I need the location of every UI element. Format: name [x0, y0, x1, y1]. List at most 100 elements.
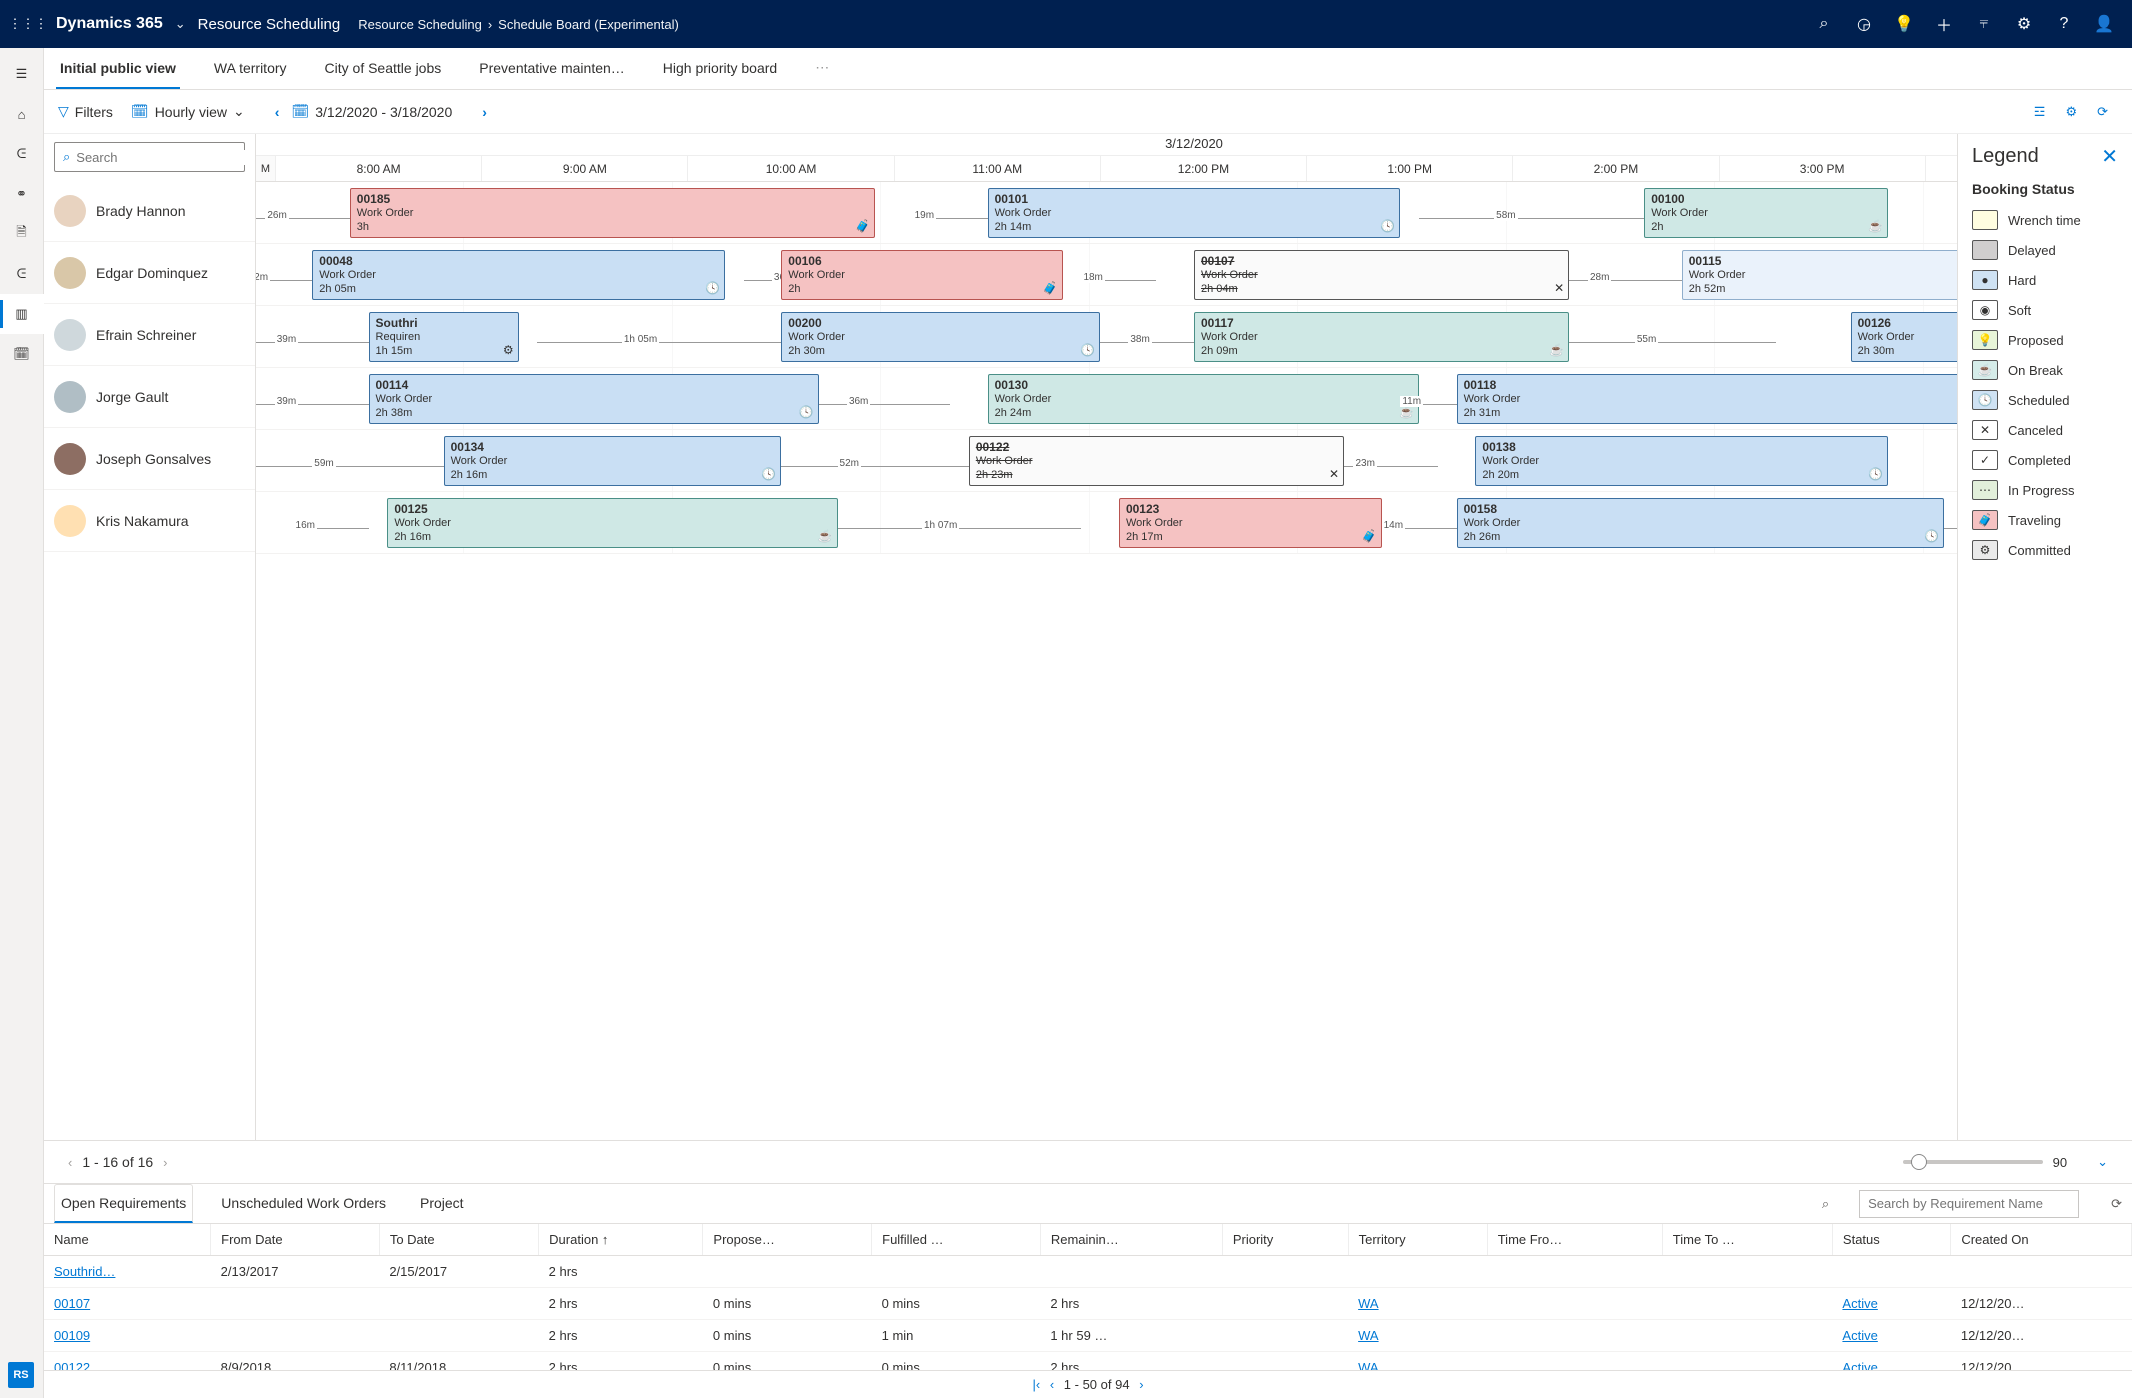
chevron-down-icon[interactable]: ⌄ — [175, 16, 186, 32]
help-icon[interactable]: ? — [2044, 15, 2084, 33]
settings-icon[interactable]: ⚙ — [2065, 104, 2077, 120]
breadcrumb-2[interactable]: Schedule Board (Experimental) — [498, 17, 679, 32]
booking-card[interactable]: 00117Work Order2h 09m☕ — [1194, 312, 1569, 362]
people-list-icon[interactable]: ᕮ — [0, 134, 44, 174]
territory-link[interactable]: WA — [1358, 1360, 1378, 1370]
next-page-icon[interactable]: › — [1139, 1377, 1143, 1392]
column-header[interactable]: To Date — [379, 1224, 538, 1256]
booking-card[interactable]: 00122Work Order2h 23m✕ — [969, 436, 1344, 486]
close-icon[interactable]: ✕ — [2101, 144, 2118, 169]
resource-row[interactable]: Brady Hannon — [44, 180, 255, 242]
booking-card[interactable]: 00130Work Order2h 24m☕ — [988, 374, 1419, 424]
column-header[interactable]: Remainin… — [1040, 1224, 1222, 1256]
territory-link[interactable]: WA — [1358, 1328, 1378, 1343]
next-button[interactable]: › — [482, 104, 487, 120]
tab-preventative[interactable]: Preventative mainten… — [475, 48, 629, 89]
refresh-icon[interactable]: ⟳ — [2097, 104, 2108, 120]
chevron-down-icon[interactable]: ⌄ — [2097, 1154, 2108, 1170]
column-header[interactable]: Territory — [1348, 1224, 1487, 1256]
tab-initial[interactable]: Initial public view — [56, 48, 180, 89]
table-row[interactable]: 00107 2 hrs0 mins0 mins2 hrs WA Active 1… — [44, 1288, 2132, 1320]
tab-wa[interactable]: WA territory — [210, 48, 291, 89]
hamburger-icon[interactable]: ☰ — [0, 54, 44, 94]
app-name[interactable]: Dynamics 365 — [56, 15, 163, 33]
prev-page-icon[interactable]: ‹ — [1050, 1377, 1054, 1392]
task-icon[interactable]: ◶ — [1844, 14, 1884, 34]
app-launcher-icon[interactable]: ⋮⋮⋮ — [8, 16, 48, 32]
name-link[interactable]: 00109 — [54, 1328, 90, 1343]
booking-card[interactable]: 00200Work Order2h 30m🕓 — [781, 312, 1100, 362]
resource-search[interactable]: ⌕ — [54, 142, 245, 172]
booking-card[interactable]: 00114Work Order2h 38m🕓 — [369, 374, 819, 424]
booking-card[interactable]: 00138Work Order2h 20m🕓 — [1475, 436, 1888, 486]
table-row[interactable]: 00109 2 hrs0 mins1 min1 hr 59 … WA Activ… — [44, 1320, 2132, 1352]
column-header[interactable]: Duration ↑ — [539, 1224, 703, 1256]
status-link[interactable]: Active — [1842, 1328, 1877, 1343]
tab-highpriority[interactable]: High priority board — [659, 48, 781, 89]
view-dropdown[interactable]: 🗓Hourly view⌄ — [131, 103, 245, 120]
date-range[interactable]: 🗓3/12/2020 - 3/18/2020 — [291, 103, 452, 120]
people-icon[interactable]: ⚭ — [0, 174, 44, 214]
booking-card[interactable]: 00123Work Order2h 17m🧳 — [1119, 498, 1382, 548]
prev-page-icon[interactable]: ‹ — [68, 1155, 72, 1170]
column-header[interactable]: Propose… — [703, 1224, 872, 1256]
zoom-slider[interactable] — [1903, 1160, 2043, 1164]
gear-icon[interactable]: ⚙ — [2004, 14, 2044, 34]
column-header[interactable]: Status — [1832, 1224, 1950, 1256]
home-icon[interactable]: ⌂ — [0, 94, 44, 134]
booking-card[interactable]: 00125Work Order2h 16m☕ — [387, 498, 837, 548]
btab-open-req[interactable]: Open Requirements — [54, 1184, 193, 1223]
tab-overflow[interactable]: ⋯ — [811, 48, 833, 89]
column-header[interactable]: From Date — [211, 1224, 380, 1256]
btab-project[interactable]: Project — [414, 1184, 470, 1223]
tab-seattle[interactable]: City of Seattle jobs — [321, 48, 446, 89]
schedule-board-icon[interactable]: ▥ — [0, 294, 44, 334]
booking-card[interactable]: 00134Work Order2h 16m🕓 — [444, 436, 782, 486]
table-row[interactable]: Southrid… 2/13/20172/15/20172 hrs — [44, 1256, 2132, 1288]
add-icon[interactable]: ＋ — [1924, 12, 1964, 36]
territory-link[interactable]: WA — [1358, 1296, 1378, 1311]
people-list2-icon[interactable]: ᕮ — [0, 254, 44, 294]
resource-row[interactable]: Jorge Gault — [44, 366, 255, 428]
table-row[interactable]: 00122 8/9/20188/11/20182 hrs0 mins0 mins… — [44, 1352, 2132, 1371]
name-link[interactable]: Southrid… — [54, 1264, 115, 1279]
column-header[interactable]: Time Fro… — [1487, 1224, 1662, 1256]
requirement-search[interactable] — [1859, 1190, 2079, 1218]
search-icon[interactable]: ⌕ — [1804, 15, 1844, 33]
user-icon[interactable]: 👤 — [2084, 14, 2124, 34]
prev-button[interactable]: ‹ — [275, 104, 280, 120]
btab-unscheduled[interactable]: Unscheduled Work Orders — [215, 1184, 392, 1223]
filter-icon[interactable]: ⫧ — [1964, 15, 2004, 33]
first-page-icon[interactable]: |‹ — [1032, 1377, 1040, 1392]
bulb-icon[interactable]: 💡 — [1884, 14, 1924, 34]
filters-button[interactable]: ▽Filters — [58, 103, 113, 120]
calendar-icon[interactable]: 🗓 — [0, 334, 44, 374]
status-link[interactable]: Active — [1842, 1360, 1877, 1370]
doc-people-icon[interactable]: 🗎 — [0, 214, 44, 254]
user-badge[interactable]: RS — [8, 1362, 34, 1388]
booking-card[interactable]: 00101Work Order2h 14m🕓 — [988, 188, 1401, 238]
resource-row[interactable]: Edgar Dominquez — [44, 242, 255, 304]
booking-card[interactable]: 00107Work Order2h 04m✕ — [1194, 250, 1569, 300]
column-header[interactable]: Fulfilled … — [872, 1224, 1041, 1256]
resource-search-input[interactable] — [76, 150, 252, 165]
booking-card[interactable]: 00118Work Order2h 31m🕓 — [1457, 374, 1982, 424]
breadcrumb-1[interactable]: Resource Scheduling — [358, 17, 482, 32]
name-link[interactable]: 00107 — [54, 1296, 90, 1311]
booking-card[interactable]: 00185Work Order3h🧳 — [350, 188, 875, 238]
booking-card[interactable]: 00106Work Order2h🧳 — [781, 250, 1062, 300]
name-link[interactable]: 00122 — [54, 1360, 90, 1370]
resource-row[interactable]: Joseph Gonsalves — [44, 428, 255, 490]
resource-row[interactable]: Kris Nakamura — [44, 490, 255, 552]
refresh-icon[interactable]: ⟳ — [2111, 1196, 2122, 1212]
booking-card[interactable]: 00100Work Order2h☕ — [1644, 188, 1888, 238]
booking-card[interactable]: 00048Work Order2h 05m🕓 — [312, 250, 725, 300]
booking-card[interactable]: 00158Work Order2h 26m🕓 — [1457, 498, 1945, 548]
column-header[interactable]: Name — [44, 1224, 211, 1256]
next-page-icon[interactable]: › — [163, 1155, 167, 1170]
booking-card[interactable]: SouthriRequiren1h 15m⚙ — [369, 312, 519, 362]
column-header[interactable]: Created On — [1951, 1224, 2132, 1256]
column-header[interactable]: Priority — [1222, 1224, 1348, 1256]
list-view-icon[interactable]: ☲ — [2034, 104, 2046, 120]
search-icon[interactable]: ⌕ — [1822, 1196, 1829, 1212]
